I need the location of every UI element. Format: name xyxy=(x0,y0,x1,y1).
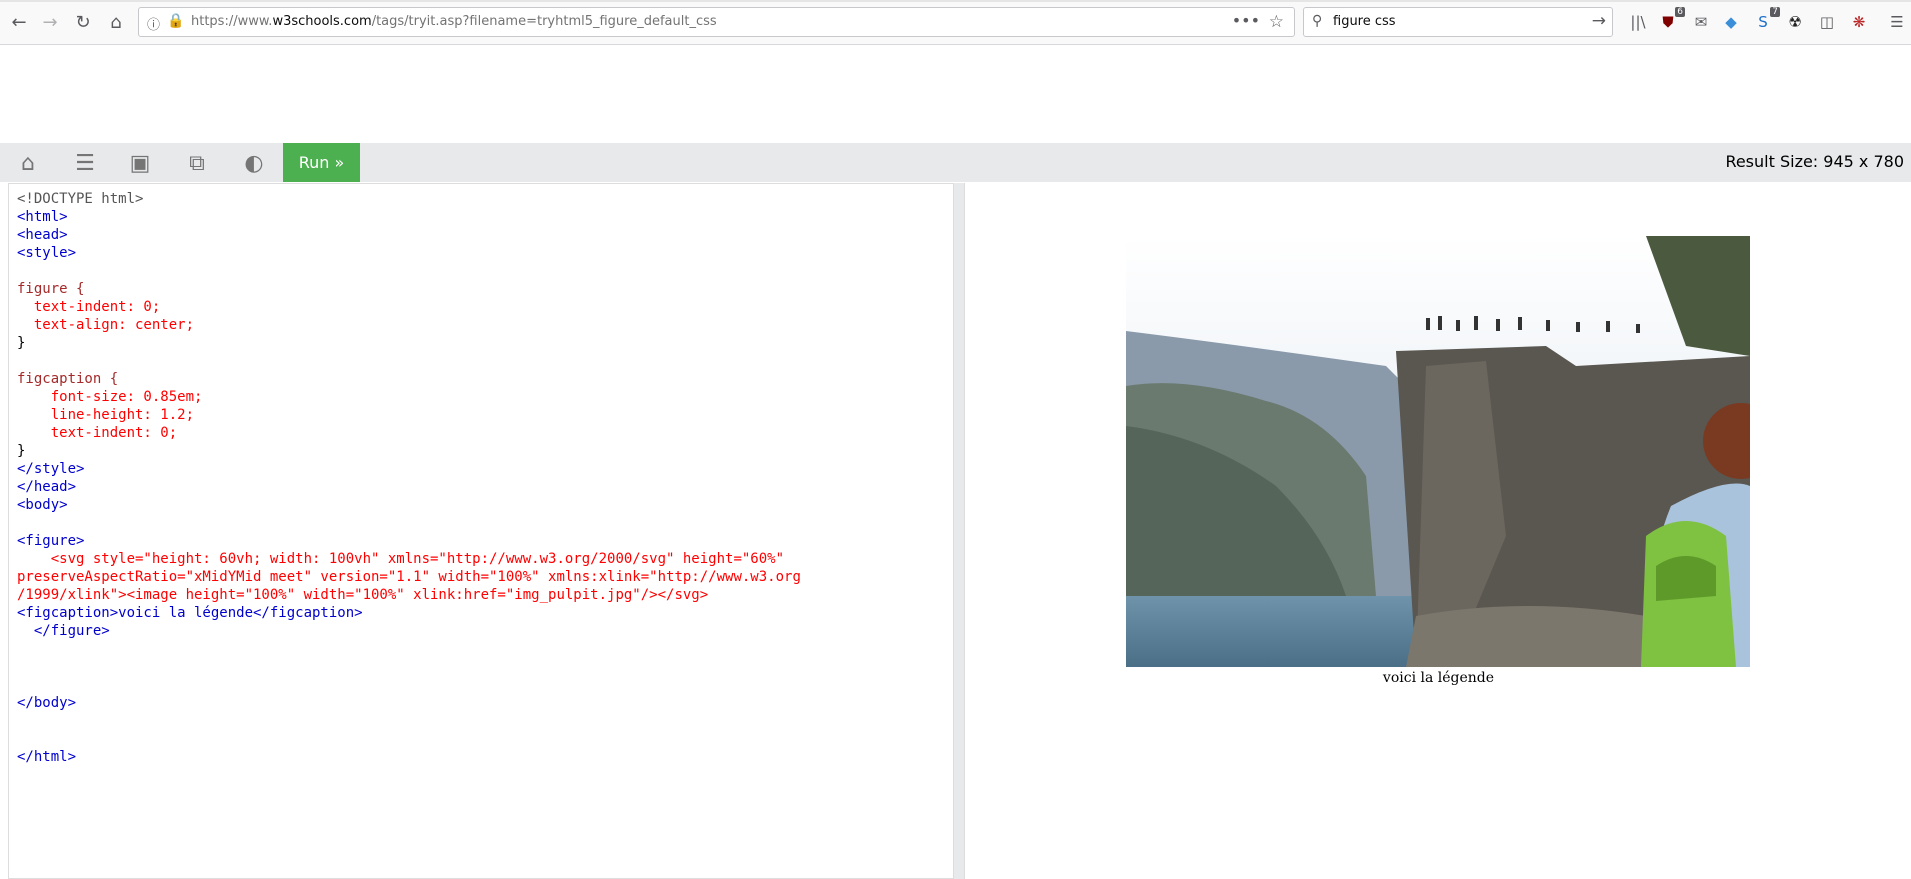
extension-diamond-icon[interactable]: ◆ xyxy=(1720,11,1742,33)
code-editor[interactable]: <!DOCTYPE html> <html> <head> <style> fi… xyxy=(8,183,954,879)
pane-divider[interactable] xyxy=(954,183,964,879)
result-frame: voici la légende xyxy=(964,183,1911,879)
menu-icon[interactable]: ☰ xyxy=(70,151,100,176)
reload-icon[interactable]: ↻ xyxy=(70,9,96,35)
skype-icon[interactable]: S7 xyxy=(1752,7,1780,33)
code-line: /1999/xlink"><image height="100%" width=… xyxy=(17,587,709,603)
code-line: text-indent: 0; xyxy=(17,299,161,315)
code-line: </html> xyxy=(17,749,77,765)
extension-bug-icon[interactable]: ❋ xyxy=(1848,11,1870,33)
ublock-icon[interactable]: ⛊ 6 xyxy=(1657,7,1685,33)
code-line: preserveAspectRatio="xMidYMid meet" vers… xyxy=(17,569,801,585)
code-line: <figcaption>voici la légende</figcaption… xyxy=(17,605,363,621)
lock-icon[interactable]: 🔒 xyxy=(167,13,184,29)
figure-caption: voici la légende xyxy=(1382,670,1495,686)
browser-toolbar: ← → ↻ ⌂ ⓘ 🔒 https://www.w3schools.com/ta… xyxy=(0,0,1911,45)
code-text[interactable]: <!DOCTYPE html> <html> <head> <style> fi… xyxy=(9,184,953,772)
info-icon[interactable]: ⓘ xyxy=(147,14,160,33)
code-line: <html> xyxy=(17,209,68,225)
code-line: text-indent: 0; xyxy=(17,425,178,441)
mail-icon[interactable]: ✉ xyxy=(1690,11,1712,33)
ublock-badge: 6 xyxy=(1675,7,1685,17)
code-line: <style> xyxy=(17,245,77,261)
search-bar[interactable]: ⚲ figure css → xyxy=(1303,7,1613,37)
save-icon[interactable]: ▣ xyxy=(125,151,155,176)
theme-toggle-icon[interactable]: ◐ xyxy=(239,151,269,176)
home-icon[interactable]: ⌂ xyxy=(103,9,129,35)
code-line: </body> xyxy=(17,695,77,711)
code-line: <!DOCTYPE html> xyxy=(17,191,144,207)
menu-icon[interactable]: ☰ xyxy=(1886,11,1908,33)
page-actions-icon[interactable]: ••• xyxy=(1232,11,1260,30)
code-line: } xyxy=(17,443,26,459)
code-line: </figure> xyxy=(17,623,110,639)
code-line: <svg style="height: 60vh; width: 100vh" … xyxy=(17,551,785,567)
search-icon: ⚲ xyxy=(1312,13,1323,29)
sidebar-icon[interactable]: ◫ xyxy=(1816,11,1838,33)
radiation-icon[interactable]: ☢ xyxy=(1784,11,1806,33)
url-text[interactable]: https://www.w3schools.com/tags/tryit.asp… xyxy=(191,14,717,29)
code-line: <figure> xyxy=(17,533,85,549)
code-line: </style> xyxy=(17,461,85,477)
code-line: </head> xyxy=(17,479,77,495)
library-icon[interactable]: ||\ xyxy=(1627,11,1649,33)
result-size-label: Result Size: 945 x 780 xyxy=(1725,152,1904,171)
code-line: text-align: center; xyxy=(17,317,195,333)
rotate-icon[interactable]: ⧉ xyxy=(182,151,212,176)
pulpit-rock-photo xyxy=(1126,236,1750,667)
forward-arrow-icon[interactable]: → xyxy=(37,9,63,35)
code-line: figure { xyxy=(17,281,85,297)
bookmark-star-icon[interactable]: ☆ xyxy=(1269,12,1284,32)
home-icon[interactable]: ⌂ xyxy=(13,151,43,176)
search-go-arrow-icon[interactable]: → xyxy=(1592,11,1606,31)
search-input[interactable]: figure css xyxy=(1333,14,1396,29)
code-line: <head> xyxy=(17,227,68,243)
code-line: figcaption { xyxy=(17,371,119,387)
tab-strip xyxy=(0,0,1911,2)
code-line: <body> xyxy=(17,497,68,513)
code-line: line-height: 1.2; xyxy=(17,407,195,423)
code-line: font-size: 0.85em; xyxy=(17,389,203,405)
url-bar[interactable]: ⓘ 🔒 https://www.w3schools.com/tags/tryit… xyxy=(138,7,1295,37)
run-button[interactable]: Run » xyxy=(283,143,360,182)
code-line: } xyxy=(17,335,26,351)
notification-badge: 7 xyxy=(1770,7,1780,17)
back-arrow-icon[interactable]: ← xyxy=(6,9,32,35)
